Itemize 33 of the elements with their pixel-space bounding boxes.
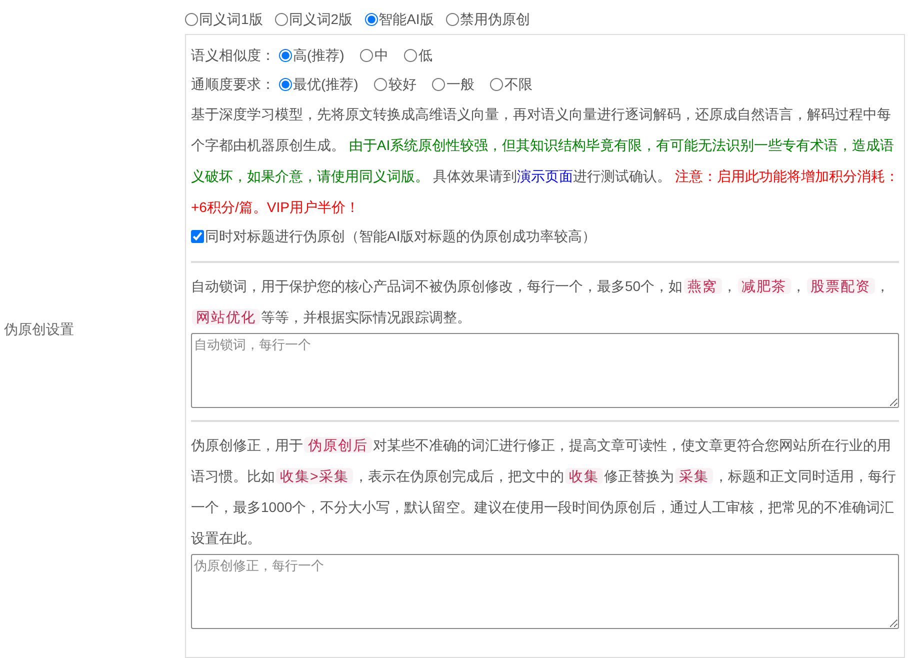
radio-button[interactable] [404, 49, 418, 62]
radio-label: 高(推荐) [293, 46, 344, 65]
text-area[interactable]: 自动锁词，每行一个 [191, 333, 899, 408]
radio-button[interactable] [274, 12, 288, 26]
title-checkbox[interactable] [191, 230, 204, 242]
radio-label: 较好 [388, 75, 416, 94]
radio-label: 智能AI版 [378, 10, 434, 28]
radio-button[interactable] [364, 12, 378, 26]
radio-button[interactable] [185, 12, 198, 26]
radio-label: 同义词1版 [199, 10, 263, 28]
option-label: 语义相似度： [191, 46, 275, 65]
checkbox-label: 同时对标题进行伪原创（智能AI版对标题的伪原创成功率较高） [205, 226, 596, 246]
setting-label: 伪原创设置 [4, 320, 74, 338]
radio-button[interactable] [432, 78, 446, 91]
description-text: 基于深度学习模型，先将原文转换成高维语义向量，再对语义向量进行逐词解码，还原成自然语言，解码过程中每个字都由机器原创生成。 由于AI系统原创性较强，但其知识结构毕竟有限，有可能无法识别一些专有术语，造成语义破坏，如果介意，请使用同义词版。 具体效果请到演示页面进行测试确认。 注意：启用此功能将增加积分消耗：+6积分/篇。VIP用户半价！ [191, 105, 899, 217]
radio-button[interactable] [490, 78, 504, 91]
radio-button[interactable] [279, 78, 292, 91]
text-area[interactable]: 伪原创修正，每行一个 [191, 554, 899, 629]
radio-button[interactable] [279, 49, 292, 62]
radio-label: 同义词2版 [288, 10, 353, 28]
radio-button[interactable] [360, 49, 374, 62]
option-label: 通顺度要求： [191, 75, 275, 94]
radio-button[interactable] [374, 78, 388, 91]
description-text: 伪原创修正，用于 伪原创后 对某些不准确的词汇进行修正，提高文章可读性，使文章更符合您网站所在行业的用语习惯。比如 收集>采集 ，表示在伪原创完成后，把文中的 收集 修正替换为 采集 ，标题和正文同时适用，每行一个，最多1000个，不分大小写，默认留空。建议在使用一段时间伪原创后，通过人工审核，把常见的不准确词汇设置在此。 [191, 436, 898, 548]
description-text: 自动锁词，用于保护您的核心产品词不被伪原创修改，每行一个，最多50个，如 燕窝 ， 减肥茶 ， 股票配资 ， 网站优化 等等，并根据实际情况跟踪调整。 [191, 277, 891, 327]
demo-page-link[interactable]: 演示页面 [516, 168, 573, 184]
radio-button[interactable] [446, 12, 459, 26]
radio-label: 不限 [504, 75, 532, 94]
radio-label: 一般 [446, 75, 474, 94]
radio-label: 最优(推荐) [293, 75, 358, 94]
radio-label: 禁用伪原创 [460, 10, 530, 28]
radio-label: 中 [374, 46, 388, 65]
radio-label: 低 [418, 46, 432, 65]
